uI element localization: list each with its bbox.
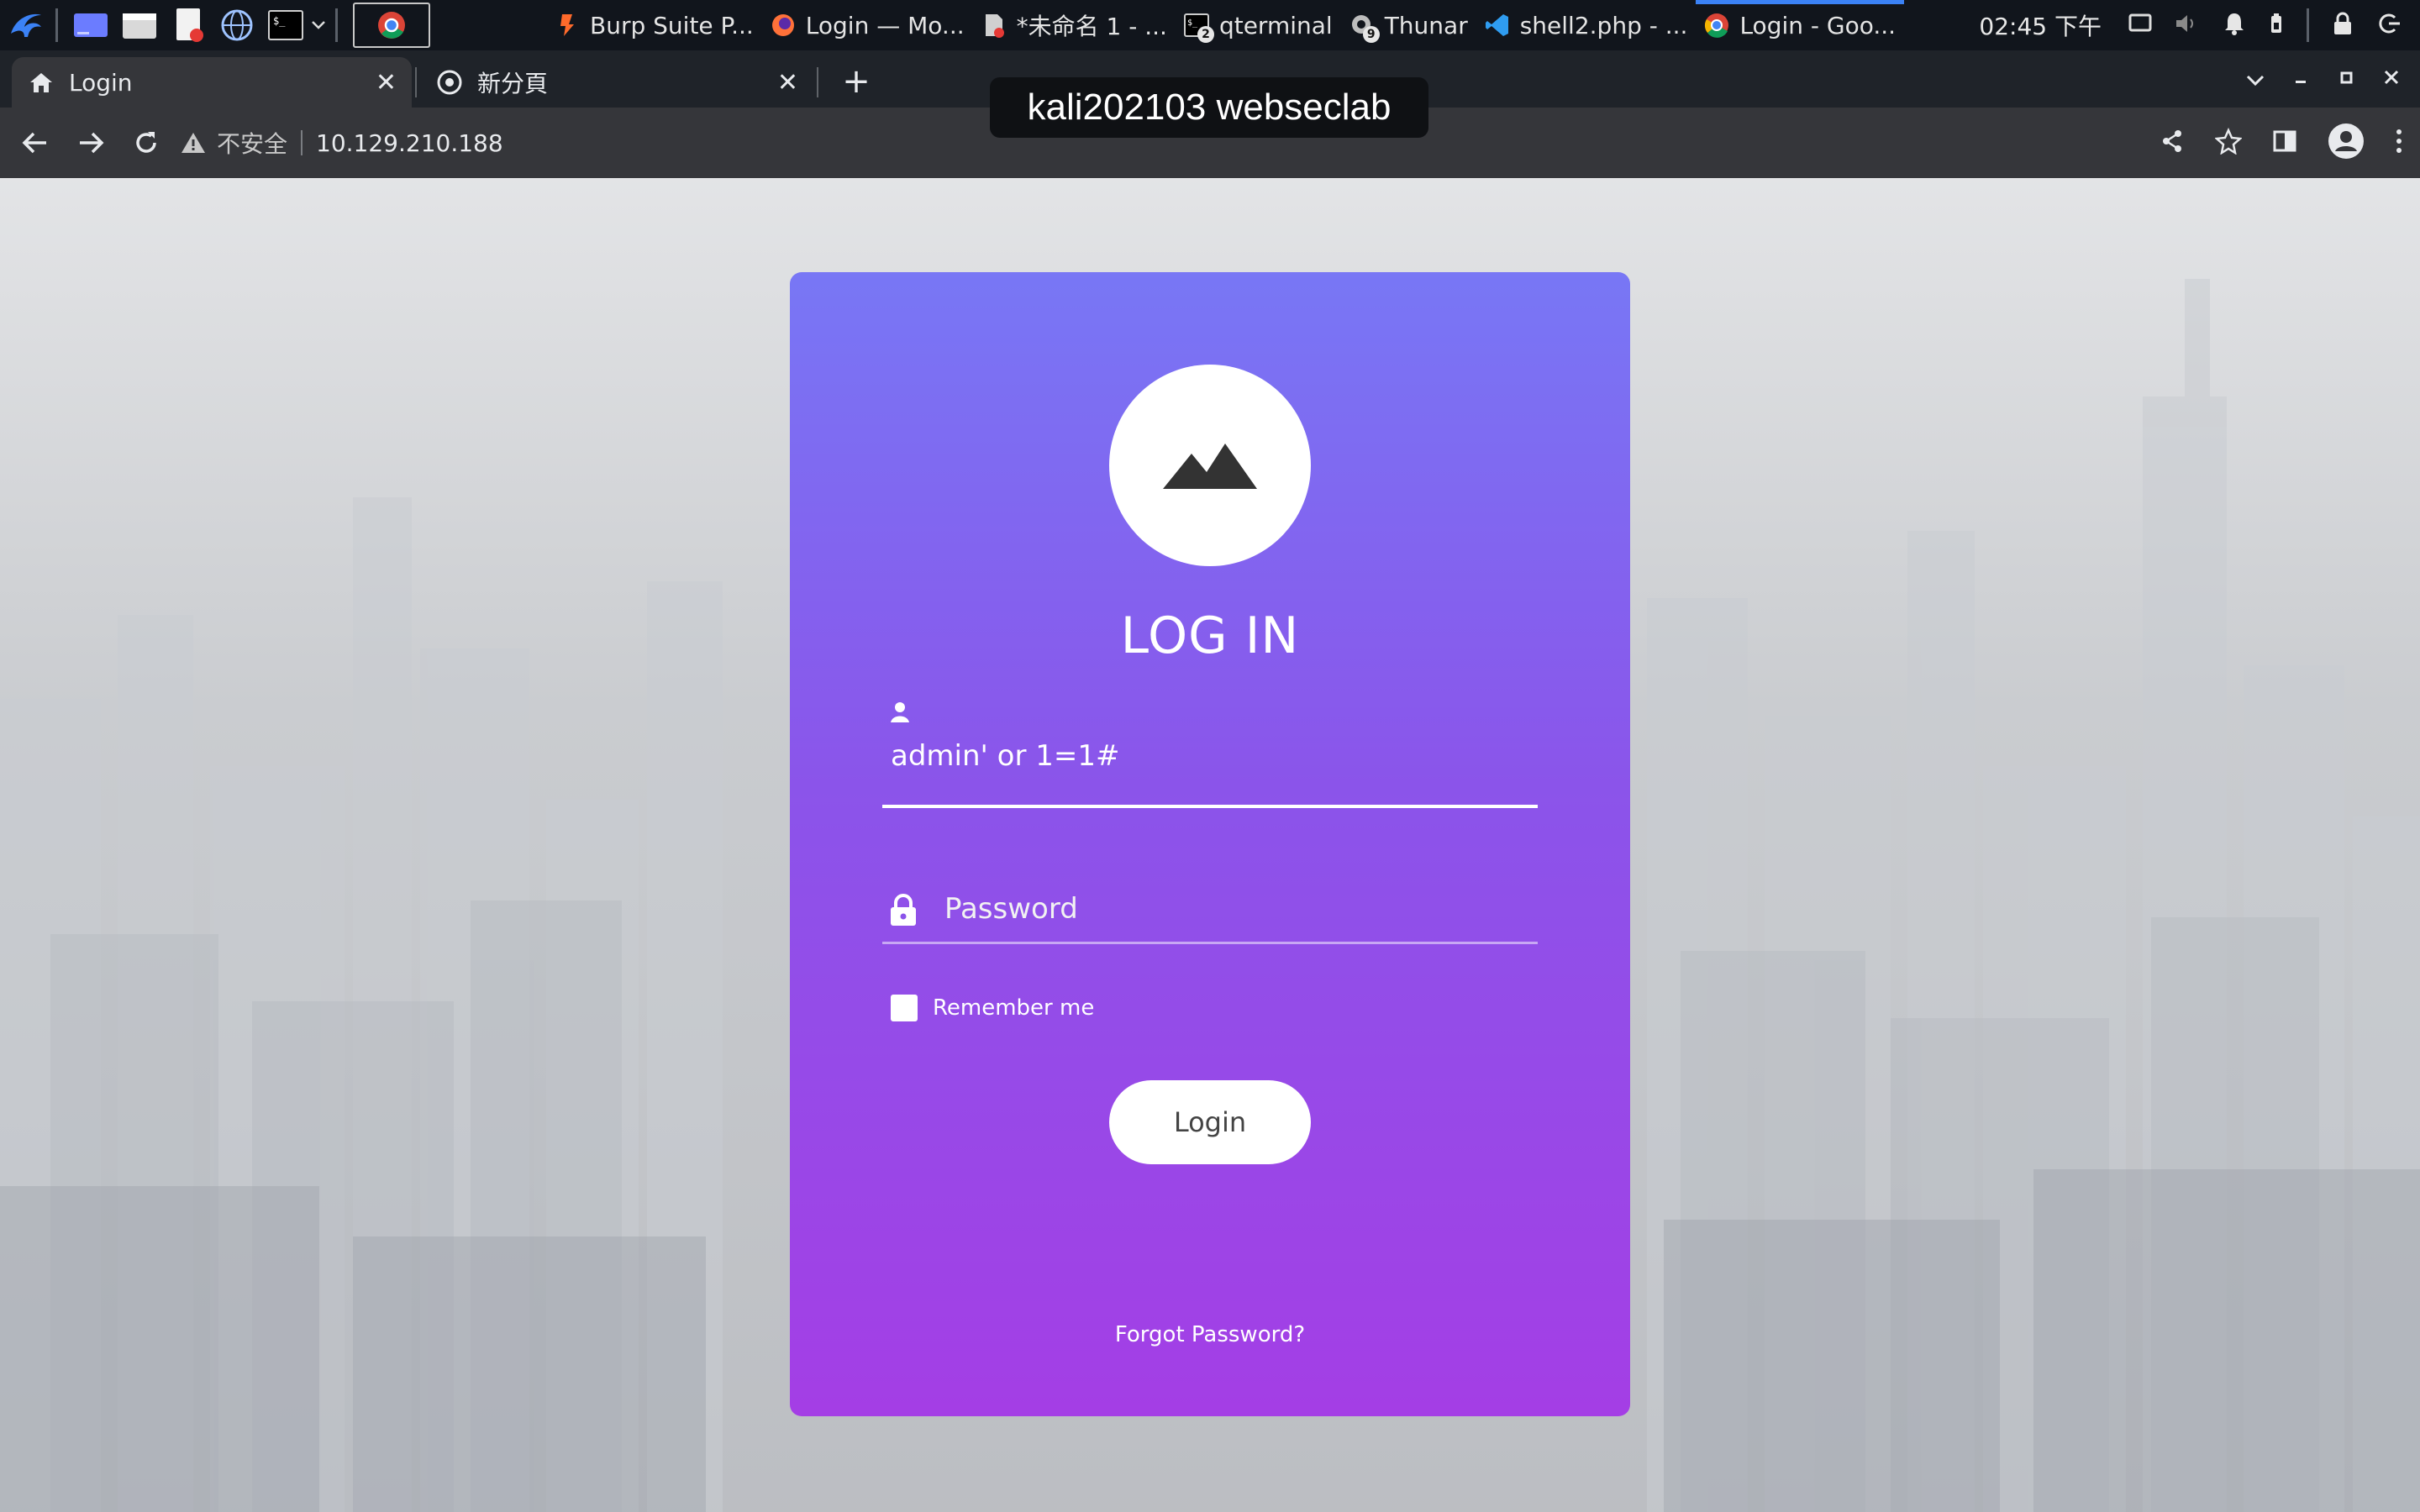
password-field[interactable] <box>882 860 1538 944</box>
username-field[interactable]: admin' or 1=1# <box>882 692 1538 808</box>
taskbar-panel: $_ Burp Suite P... Login — Mo... *未命名 1 … <box>0 0 2420 50</box>
omnibox-divider <box>301 130 303 155</box>
chrome-icon <box>378 12 405 39</box>
share-icon[interactable] <box>2160 129 2185 157</box>
task-firefox-login[interactable]: Login — Mo... <box>762 0 973 50</box>
task-vscode-shell2[interactable]: shell2.php - ... <box>1476 0 1697 50</box>
terminal-launcher-icon[interactable]: $_ <box>263 3 308 48</box>
avatar <box>1109 365 1311 566</box>
terminal-icon: $_ 2 <box>1183 13 1214 43</box>
burp-icon <box>555 13 580 38</box>
back-button[interactable] <box>8 116 62 170</box>
page-title: LOG IN <box>1120 606 1300 665</box>
task-label: shell2.php - ... <box>1519 11 1688 39</box>
task-burp-suite[interactable]: Burp Suite P... <box>546 0 762 50</box>
task-untitled-document[interactable]: *未命名 1 - ... <box>973 0 1176 50</box>
file-manager-icon: 9 <box>1349 13 1380 43</box>
reload-button[interactable] <box>119 116 173 170</box>
chrome-icon <box>437 70 462 95</box>
task-count-badge: 2 <box>1197 26 1214 43</box>
user-icon <box>889 701 911 727</box>
url-text[interactable]: 10.129.210.188 <box>316 129 503 157</box>
bookmark-star-icon[interactable] <box>2214 127 2243 158</box>
panel-separator <box>335 8 338 42</box>
task-count-badge: 9 <box>1362 26 1380 43</box>
document-icon <box>981 13 1007 38</box>
files-icon[interactable] <box>117 3 162 48</box>
panel-separator <box>2307 8 2309 42</box>
password-input[interactable] <box>944 884 1524 934</box>
notification-bell-icon[interactable] <box>2223 11 2246 39</box>
tab-divider <box>415 67 417 97</box>
task-thunar[interactable]: 9 Thunar <box>1341 0 1476 50</box>
show-desktop-icon[interactable] <box>68 3 113 48</box>
task-label: qterminal <box>1218 11 1333 39</box>
forward-button[interactable] <box>64 116 118 170</box>
login-card: LOG IN admin' or 1=1# Remember me Login … <box>790 272 1630 1416</box>
remember-me-label: Remember me <box>933 995 1095 1021</box>
volume-muted-icon[interactable] <box>2174 12 2201 39</box>
firefox-icon <box>771 13 796 38</box>
web-browser-icon[interactable] <box>214 3 260 48</box>
text-editor-icon[interactable] <box>166 3 211 48</box>
display-icon[interactable] <box>2128 13 2152 37</box>
mountain-icon <box>1163 444 1257 489</box>
launcher-dropdown-icon[interactable] <box>308 21 329 29</box>
login-button[interactable]: Login <box>1109 1080 1311 1164</box>
panel-separator <box>55 8 58 42</box>
tab-title: Login <box>69 68 133 97</box>
lock-icon <box>889 894 918 931</box>
warning-icon[interactable] <box>180 131 207 155</box>
tab-title: 新分頁 <box>477 70 549 97</box>
side-panel-icon[interactable] <box>2272 129 2297 157</box>
vscode-icon <box>1485 13 1510 38</box>
task-label: Login - Goo... <box>1739 11 1897 39</box>
system-tray: 02:45 下午 <box>1979 0 2420 50</box>
workspace-chrome-button[interactable] <box>353 3 430 48</box>
not-secure-label[interactable]: 不安全 <box>217 126 287 160</box>
task-label: *未命名 1 - ... <box>1016 13 1167 40</box>
battery-icon[interactable] <box>2268 13 2285 38</box>
username-input[interactable]: admin' or 1=1# <box>891 739 1120 773</box>
remember-me-checkbox[interactable] <box>891 995 918 1021</box>
new-tab-button[interactable]: + <box>835 60 877 102</box>
close-tab-icon[interactable]: ✕ <box>777 68 798 97</box>
web-page: LOG IN admin' or 1=1# Remember me Login … <box>0 178 2420 1512</box>
tab-divider <box>817 67 818 97</box>
remember-me[interactable]: Remember me <box>891 995 1094 1021</box>
clock[interactable]: 02:45 下午 <box>1979 8 2102 42</box>
vm-name-overlay: kali202103 webseclab <box>990 77 1428 138</box>
logout-icon[interactable] <box>2376 11 2402 39</box>
tab-login[interactable]: Login ✕ <box>12 57 412 108</box>
tab-new-tab[interactable]: 新分頁 ✕ <box>420 57 813 108</box>
task-chrome-login[interactable]: Login - Goo... <box>1696 0 1904 50</box>
kali-menu-icon[interactable] <box>3 3 49 48</box>
task-label: Burp Suite P... <box>590 11 754 39</box>
svg-text:$_: $_ <box>1187 18 1198 28</box>
menu-kebab-icon[interactable] <box>2395 128 2403 158</box>
toolbar-actions <box>2160 116 2403 170</box>
task-qterminal[interactable]: $_ 2 qterminal <box>1176 0 1341 50</box>
task-label: Login — Mo... <box>805 11 965 39</box>
home-icon <box>29 71 54 94</box>
chrome-icon <box>1704 13 1729 38</box>
maximize-icon[interactable] <box>2336 66 2356 93</box>
task-list: Burp Suite P... Login — Mo... *未命名 1 - .… <box>546 0 1904 50</box>
profile-avatar-icon[interactable] <box>2328 123 2365 163</box>
tab-search-icon[interactable] <box>2245 66 2265 93</box>
close-tab-icon[interactable]: ✕ <box>376 68 397 97</box>
window-controls <box>2245 50 2420 108</box>
svg-text:$_: $_ <box>273 15 286 27</box>
task-label: Thunar <box>1384 11 1468 39</box>
lock-screen-icon[interactable] <box>2331 11 2354 39</box>
close-window-icon[interactable] <box>2381 66 2402 93</box>
forgot-password-link[interactable]: Forgot Password? <box>790 1322 1630 1347</box>
minimize-icon[interactable] <box>2291 66 2311 93</box>
